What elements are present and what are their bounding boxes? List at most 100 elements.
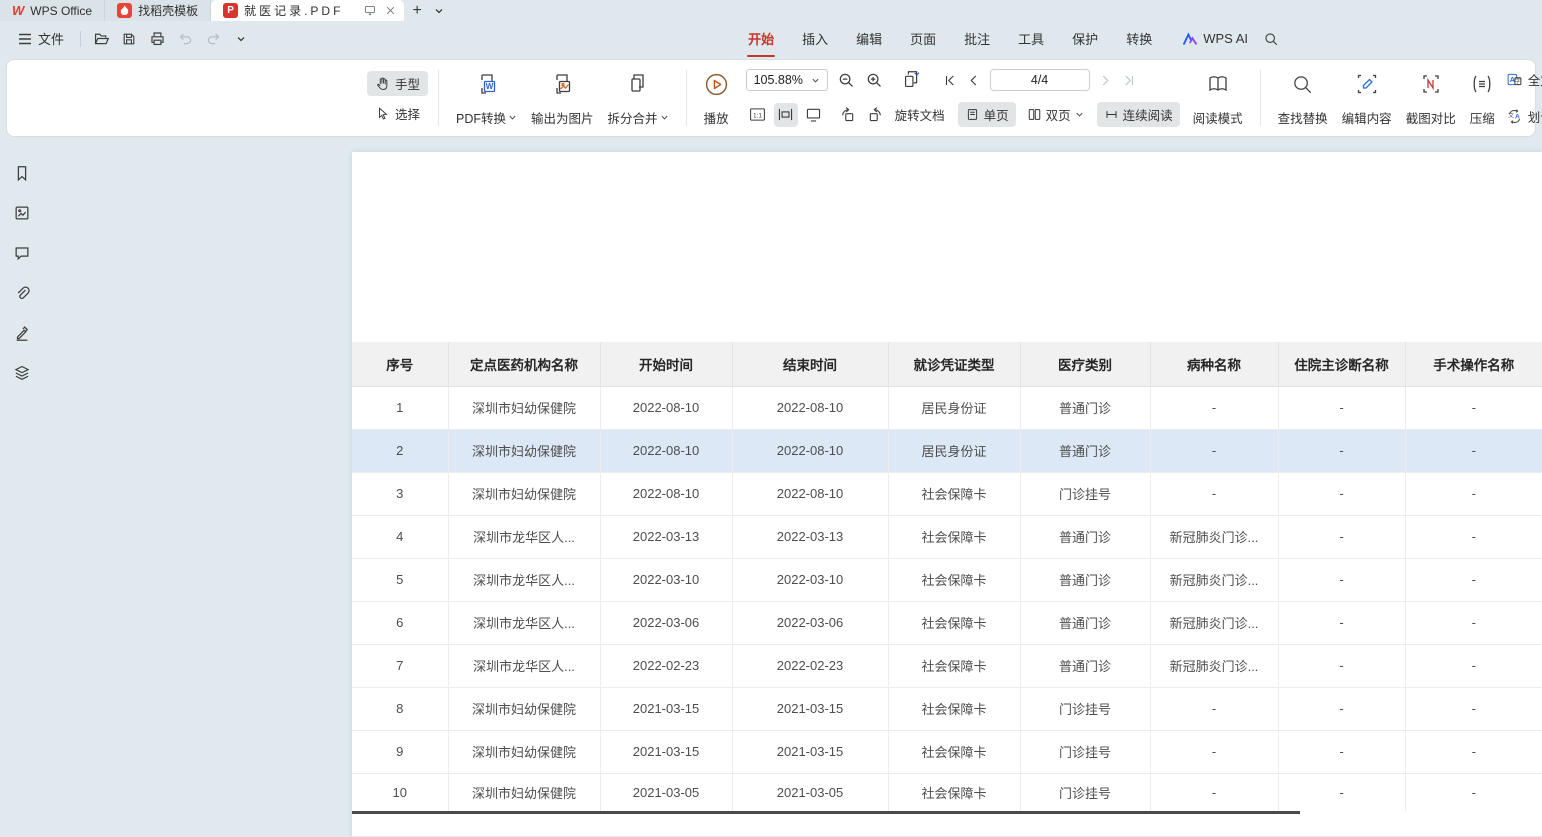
- wps-ai-label: WPS AI: [1203, 31, 1248, 46]
- bookmark-icon[interactable]: [11, 163, 33, 183]
- screenshot-compare-button[interactable]: 截图对比: [1399, 66, 1463, 130]
- actual-size-button[interactable]: 1:1: [746, 103, 770, 127]
- pdf-convert-button[interactable]: W PDF转换: [449, 66, 524, 130]
- rotate-pages-icon[interactable]: [900, 68, 924, 92]
- continuous-reading-label: 连续阅读: [1123, 105, 1173, 124]
- word-translate-label: 划词翻译: [1528, 107, 1542, 126]
- menu-tab-插入[interactable]: 插入: [788, 20, 842, 57]
- left-panel-strip: [0, 137, 44, 836]
- first-page-button[interactable]: [938, 68, 962, 92]
- save-button[interactable]: [117, 27, 141, 51]
- table-cell: -: [1405, 773, 1542, 811]
- table-cell: 2022-03-13: [600, 515, 732, 558]
- rotate-document-button[interactable]: 旋转文档: [888, 102, 952, 127]
- read-mode-button[interactable]: 阅读模式: [1186, 66, 1250, 130]
- table-cell: 2021-03-15: [600, 730, 732, 773]
- menu-tab-保护[interactable]: 保护: [1058, 20, 1112, 57]
- table-cell: 3: [352, 472, 448, 515]
- tab-wps-office[interactable]: W WPS Office: [0, 0, 105, 21]
- select-tool-button[interactable]: 选择: [367, 101, 428, 126]
- table-header-cell: 病种名称: [1150, 342, 1278, 386]
- table-cell: 社会保障卡: [888, 601, 1020, 644]
- edit-content-icon: [1355, 69, 1379, 99]
- tab-label: 就医记录.PDF: [244, 2, 343, 19]
- redo-button[interactable]: [201, 27, 225, 51]
- fit-page-button[interactable]: [802, 103, 826, 127]
- pdf-canvas[interactable]: 序号定点医药机构名称开始时间结束时间就诊凭证类型医疗类别病种名称住院主诊断名称手…: [44, 137, 1542, 836]
- divider: [438, 70, 439, 126]
- menu-search-icon[interactable]: [1258, 26, 1284, 52]
- print-button[interactable]: [145, 27, 169, 51]
- hand-tool-button[interactable]: 手型: [367, 71, 428, 96]
- zoom-in-button[interactable]: [862, 68, 886, 92]
- menu-tab-开始[interactable]: 开始: [734, 20, 788, 57]
- zoom-out-button[interactable]: [834, 68, 858, 92]
- file-menu-button[interactable]: 文件: [10, 25, 72, 52]
- menu-tab-批注[interactable]: 批注: [950, 20, 1004, 57]
- svg-text:文: 文: [1508, 111, 1514, 119]
- table-cell: 2022-03-06: [600, 601, 732, 644]
- previous-page-button[interactable]: [962, 68, 986, 92]
- tab-docer-templates[interactable]: 找稻壳模板: [105, 0, 211, 21]
- open-file-button[interactable]: [89, 27, 113, 51]
- tab-document-pdf[interactable]: P 就医记录.PDF: [211, 0, 404, 21]
- thumbnails-icon[interactable]: [11, 203, 33, 223]
- table-cell: 社会保障卡: [888, 730, 1020, 773]
- divider: [686, 70, 687, 126]
- continuous-reading-icon: [1104, 107, 1119, 122]
- table-cell: 2022-08-10: [732, 429, 888, 472]
- attachments-icon[interactable]: [11, 283, 33, 303]
- table-horizontal-scrollbar[interactable]: [352, 811, 1300, 814]
- undo-button[interactable]: [173, 27, 197, 51]
- menu-tab-页面[interactable]: 页面: [896, 20, 950, 57]
- last-page-button[interactable]: [1118, 68, 1142, 92]
- split-merge-button[interactable]: 拆分合并: [601, 66, 676, 130]
- table-cell: 2: [352, 429, 448, 472]
- menu-tab-工具[interactable]: 工具: [1004, 20, 1058, 57]
- table-row: 1深圳市妇幼保健院2022-08-102022-08-10居民身份证普通门诊--…: [352, 386, 1542, 429]
- find-replace-button[interactable]: 查找替换: [1271, 66, 1335, 130]
- table-cell: 2021-03-15: [732, 687, 888, 730]
- menu-bar: 文件 开始插入编辑页面批注工具保护转换 WPS AI: [0, 21, 1542, 56]
- menu-tab-编辑[interactable]: 编辑: [842, 20, 896, 57]
- page-indicator: 4/4: [1031, 73, 1048, 87]
- table-cell: 普通门诊: [1020, 386, 1150, 429]
- next-page-button[interactable]: [1094, 68, 1118, 92]
- full-text-translate-button[interactable]: A字 全文翻译: [1506, 70, 1542, 89]
- table-cell: 2022-08-10: [600, 386, 732, 429]
- menu-tab-转换[interactable]: 转换: [1112, 20, 1166, 57]
- tab-close-icon[interactable]: [385, 5, 396, 16]
- table-cell: -: [1405, 472, 1542, 515]
- word-translate-button[interactable]: A文 划词翻译: [1506, 107, 1542, 126]
- tab-list-chevron-icon[interactable]: [430, 0, 448, 21]
- table-cell: 深圳市妇幼保健院: [448, 429, 600, 472]
- divider: [1260, 70, 1261, 126]
- fit-width-button[interactable]: [774, 103, 798, 127]
- table-header-cell: 就诊凭证类型: [888, 342, 1020, 386]
- continuous-reading-button[interactable]: 连续阅读: [1097, 102, 1180, 127]
- new-tab-button[interactable]: +: [404, 0, 429, 21]
- table-cell: 2022-08-10: [600, 472, 732, 515]
- edit-content-button[interactable]: 编辑内容: [1335, 66, 1399, 130]
- play-button[interactable]: 播放: [697, 66, 736, 130]
- table-cell: 社会保障卡: [888, 644, 1020, 687]
- page-number-input[interactable]: 4/4: [990, 69, 1090, 91]
- table-header-row: 序号定点医药机构名称开始时间结束时间就诊凭证类型医疗类别病种名称住院主诊断名称手…: [352, 342, 1542, 386]
- double-page-button[interactable]: 双页: [1020, 102, 1091, 127]
- signature-icon[interactable]: [11, 323, 33, 343]
- single-page-button[interactable]: 单页: [958, 102, 1016, 127]
- comments-icon[interactable]: [11, 243, 33, 263]
- wps-ai-button[interactable]: WPS AI: [1172, 25, 1258, 52]
- table-cell: -: [1150, 472, 1278, 515]
- zoom-and-page-controls: 105.88% 4/4: [736, 66, 1180, 130]
- quick-access-chevron-icon[interactable]: [229, 27, 253, 51]
- rotate-left-button[interactable]: [836, 103, 860, 127]
- compress-button[interactable]: 压缩: [1463, 66, 1502, 130]
- table-cell: 普通门诊: [1020, 429, 1150, 472]
- export-as-image-button[interactable]: 输出为图片: [524, 66, 601, 130]
- tab-device-icon[interactable]: [363, 4, 377, 17]
- zoom-level-dropdown[interactable]: 105.88%: [746, 69, 828, 91]
- rotate-right-button[interactable]: [864, 103, 888, 127]
- layers-icon[interactable]: [11, 363, 33, 383]
- table-cell: 2022-08-10: [732, 386, 888, 429]
